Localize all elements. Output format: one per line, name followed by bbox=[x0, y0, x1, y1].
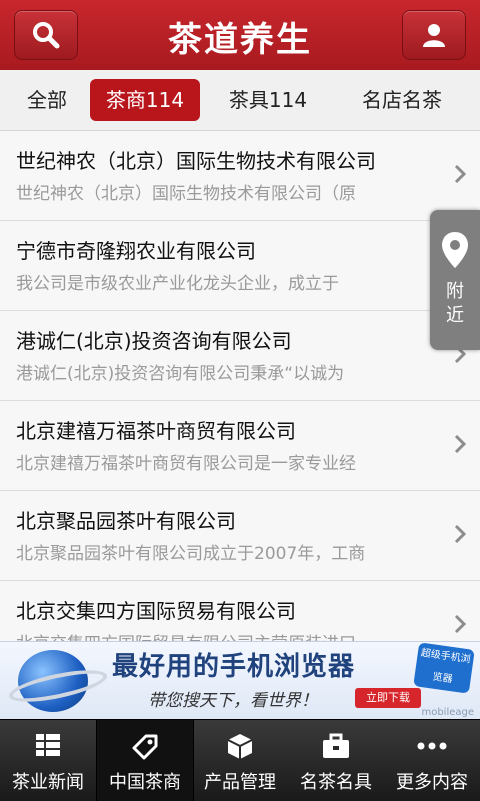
company-name: 北京聚品园茶叶有限公司 bbox=[16, 509, 236, 533]
company-name: 宁德市奇隆翔农业有限公司 bbox=[16, 239, 256, 263]
nav-more-content[interactable]: 更多内容 bbox=[384, 720, 480, 801]
chevron-right-icon bbox=[454, 614, 467, 634]
ad-download-button[interactable]: 立即下载 bbox=[355, 688, 421, 708]
company-desc: 我公司是市级农业产业化龙头企业，成立于 bbox=[16, 274, 339, 294]
list-icon bbox=[36, 734, 60, 756]
company-desc: 港诚仁(北京)投资咨询有限公司秉承“以诚为 bbox=[16, 364, 345, 384]
company-name: 世纪神农（北京）国际生物技术有限公司 bbox=[16, 149, 376, 173]
ad-headline: 最好用的手机浏览器 bbox=[112, 652, 356, 682]
nav-label: 名茶名具 bbox=[300, 772, 372, 793]
company-desc: 世纪神农（北京）国际生物技术有限公司（原 bbox=[16, 184, 356, 204]
company-name: 北京交集四方国际贸易有限公司 bbox=[16, 599, 296, 623]
company-desc: 北京建禧万福茶叶商贸有限公司是一家专业经 bbox=[16, 454, 356, 474]
chevron-right-icon bbox=[454, 164, 467, 184]
company-list: 世纪神农（北京）国际生物技术有限公司 世纪神农（北京）国际生物技术有限公司（原 … bbox=[0, 131, 480, 671]
ad-banner[interactable]: 最好用的手机浏览器 带您搜天下，看世界！ 立即下载 超级手机浏览器 mobile… bbox=[0, 641, 480, 720]
user-icon bbox=[423, 24, 445, 47]
browser-globe-logo bbox=[6, 650, 110, 712]
box-icon bbox=[227, 734, 253, 759]
user-button[interactable] bbox=[402, 10, 466, 60]
app-header: 茶道养生 bbox=[0, 0, 480, 71]
nav-label: 产品管理 bbox=[204, 772, 276, 793]
company-name: 港诚仁(北京)投资咨询有限公司 bbox=[16, 329, 292, 353]
bottom-nav: 茶业新闻 中国茶商 产品管理 名茶名具 更多内容 bbox=[0, 719, 480, 801]
category-tabs: 全部 茶商114 茶具114 名店名茶 bbox=[0, 70, 480, 131]
nav-famous-tea-ware[interactable]: 名茶名具 bbox=[288, 720, 384, 801]
nav-product-management[interactable]: 产品管理 bbox=[192, 720, 288, 801]
list-item[interactable]: 世纪神农（北京）国际生物技术有限公司 世纪神农（北京）国际生物技术有限公司（原 bbox=[0, 131, 480, 221]
chevron-right-icon bbox=[454, 524, 467, 544]
tab-all[interactable]: 全部 bbox=[8, 79, 86, 121]
list-item[interactable]: 港诚仁(北京)投资咨询有限公司 港诚仁(北京)投资咨询有限公司秉承“以诚为 bbox=[0, 311, 480, 401]
ad-slogan: 带您搜天下，看世界！ bbox=[148, 691, 318, 711]
tab-tea-merchants[interactable]: 茶商114 bbox=[90, 79, 200, 121]
more-icon bbox=[417, 742, 447, 750]
nav-label: 茶业新闻 bbox=[12, 772, 84, 793]
nearby-label-2: 近 bbox=[446, 305, 464, 326]
nav-tea-news[interactable]: 茶业新闻 bbox=[0, 720, 96, 801]
nav-label: 中国茶商 bbox=[109, 772, 181, 793]
tab-tea-ware[interactable]: 茶具114 bbox=[214, 79, 322, 121]
location-pin-icon bbox=[442, 232, 468, 268]
list-item[interactable]: 宁德市奇隆翔农业有限公司 我公司是市级农业产业化龙头企业，成立于 bbox=[0, 221, 480, 311]
company-name: 北京建禧万福茶叶商贸有限公司 bbox=[16, 419, 296, 443]
nearby-button[interactable]: 附 近 bbox=[430, 210, 480, 350]
chevron-right-icon bbox=[454, 434, 467, 454]
tag-icon bbox=[132, 734, 158, 760]
tab-famous-shops[interactable]: 名店名茶 bbox=[340, 79, 464, 121]
nav-china-tea-merchants[interactable]: 中国茶商 bbox=[96, 720, 194, 801]
nav-label: 更多内容 bbox=[396, 772, 468, 793]
briefcase-icon bbox=[323, 733, 349, 758]
company-desc: 北京聚品园茶叶有限公司成立于2007年，工商 bbox=[16, 544, 366, 564]
list-item[interactable]: 北京建禧万福茶叶商贸有限公司 北京建禧万福茶叶商贸有限公司是一家专业经 bbox=[0, 401, 480, 491]
ad-badge: 超级手机浏览器 bbox=[413, 642, 475, 694]
list-item[interactable]: 北京聚品园茶叶有限公司 北京聚品园茶叶有限公司成立于2007年，工商 bbox=[0, 491, 480, 581]
nearby-label-1: 附 bbox=[446, 281, 464, 302]
ad-brand: mobileage bbox=[421, 707, 474, 718]
